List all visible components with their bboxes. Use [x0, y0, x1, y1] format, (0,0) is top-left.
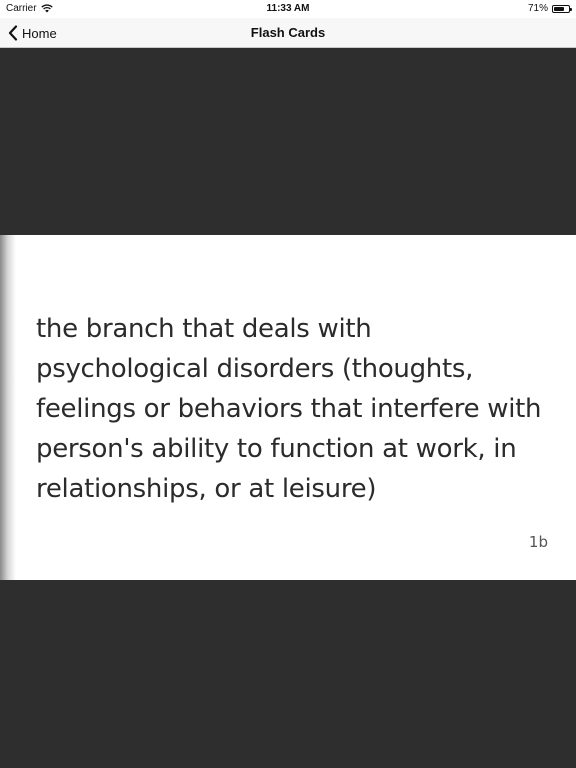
status-time: 11:33 AM [266, 3, 310, 14]
flash-card[interactable]: the branch that deals with psychological… [0, 235, 576, 580]
navigation-bar: Home Flash Cards [0, 18, 576, 48]
page-title: Flash Cards [250, 25, 326, 40]
card-edge-shadow [0, 235, 16, 580]
battery-icon [552, 4, 572, 13]
battery-group: 71% [527, 3, 572, 14]
card-area[interactable]: the branch that deals with psychological… [0, 48, 576, 768]
battery-percent: 71% [527, 3, 548, 14]
card-text: the branch that deals with psychological… [36, 314, 542, 504]
battery-fill [554, 6, 564, 11]
card-id: 1b [528, 533, 548, 551]
status-bar: Carrier 11:33 AM 71% [0, 0, 576, 18]
